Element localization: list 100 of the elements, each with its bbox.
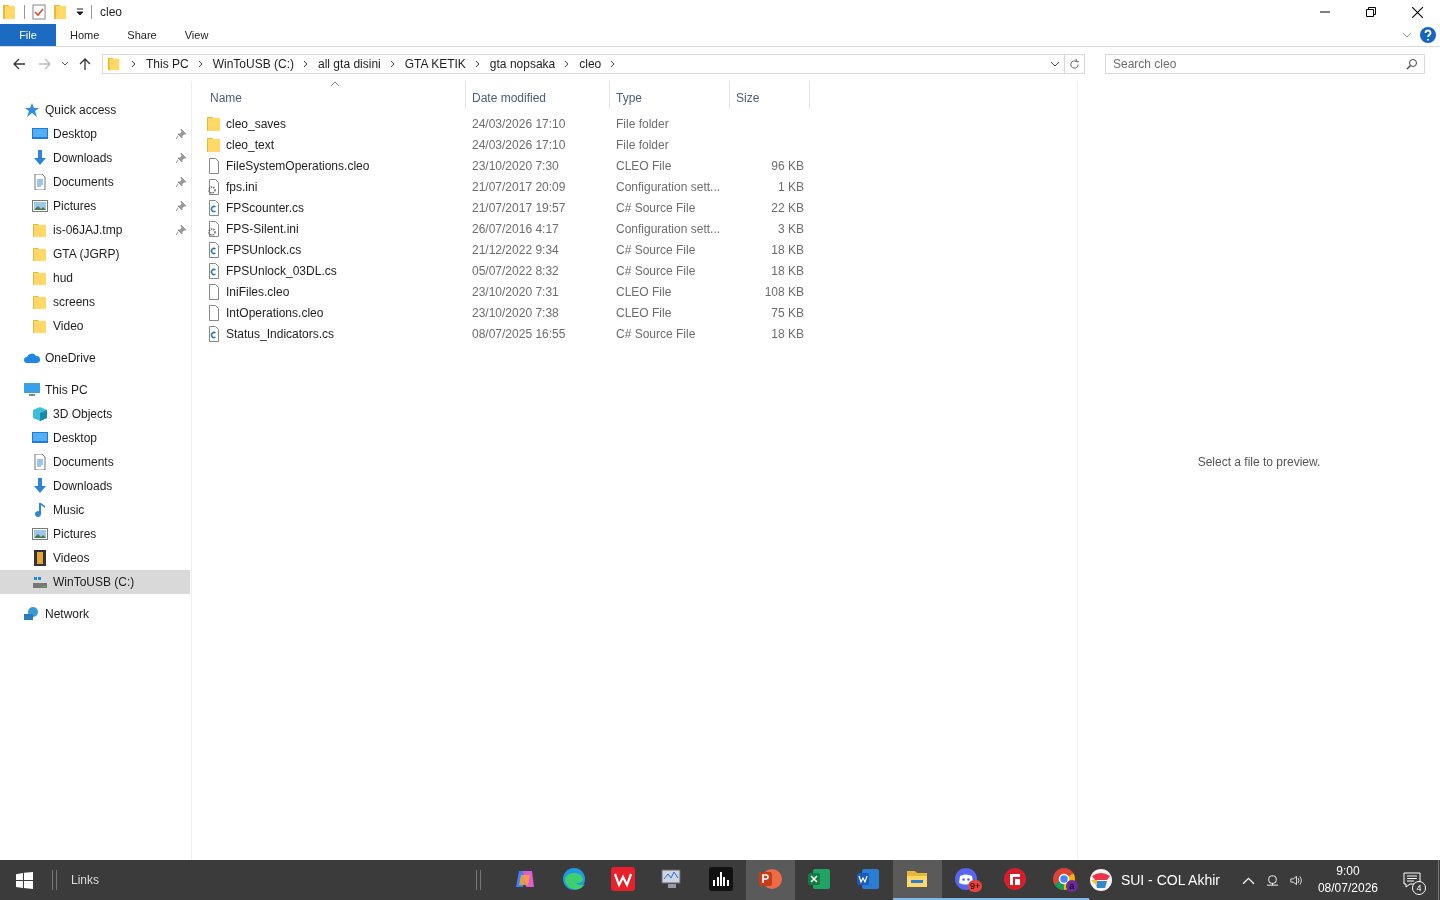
column-header[interactable]: Size <box>730 81 810 109</box>
document-icon <box>32 454 48 470</box>
blank-document-icon <box>206 304 222 321</box>
ribbon-tab[interactable]: Share <box>113 24 171 46</box>
file-type-cell-text: C# Source File <box>615 200 697 215</box>
widget-label[interactable]: SUI - COL Akhir <box>1120 872 1220 888</box>
ribbon-tab[interactable]: View <box>170 24 223 46</box>
drive-icon <box>32 574 48 590</box>
up-arrow-icon[interactable] <box>78 57 92 71</box>
bar-chart-app-icon <box>709 867 734 891</box>
file-name[interactable]: cleo_text <box>226 137 275 152</box>
file-size-cell-text: 1 KB <box>777 179 804 194</box>
taskbar-button[interactable]: 9+ <box>941 860 991 900</box>
file-type-cell-text: File folder <box>615 137 670 152</box>
expand-ribbon-icon[interactable] <box>1402 32 1412 38</box>
back-arrow-icon[interactable] <box>12 57 26 71</box>
folder-icon <box>32 246 48 262</box>
ball-icon[interactable] <box>1088 868 1113 892</box>
file-name[interactable]: FPSUnlock_03DL.cs <box>226 263 337 278</box>
folder-icon <box>32 318 48 334</box>
camera-icon[interactable] <box>1265 873 1279 887</box>
breadcrumb[interactable]: gta nopsaka <box>487 57 558 71</box>
picture-icon <box>32 198 48 214</box>
address-bar[interactable]: This PC WinToUSB (C:) all gta disini GTA KETIK gta nopsaka cleo <box>102 54 1065 74</box>
sidebar-item[interactable]: Network <box>0 602 190 626</box>
gear-document-icon <box>206 220 222 237</box>
file-name[interactable]: FileSystemOperations.cleo <box>226 158 370 173</box>
file-type-cell-text: Configuration sett... <box>615 179 722 194</box>
music-note-icon <box>32 502 48 518</box>
file-name[interactable]: FPS-Silent.ini <box>226 221 299 236</box>
breadcrumb[interactable]: cleo <box>577 57 604 71</box>
word-app-icon <box>856 867 881 891</box>
breadcrumb[interactable]: GTA KETIK <box>402 57 468 71</box>
file-name[interactable]: FPSUnlock.cs <box>226 242 302 257</box>
search-field[interactable]: Search cleo <box>1105 54 1425 74</box>
clock-date[interactable]: 08/07/2026 <box>1317 880 1378 897</box>
sidebar-item[interactable]: Music <box>0 498 190 522</box>
ribbon-tab[interactable]: File <box>0 24 56 46</box>
column-header[interactable]: Type <box>610 81 730 109</box>
sidebar-item[interactable]: hud <box>0 266 190 290</box>
sidebar-item[interactable]: is-06JAJ.tmp <box>0 218 190 242</box>
sidebar-item[interactable]: Downloads <box>0 474 190 498</box>
clock-time[interactable]: 9:00 <box>1336 863 1360 880</box>
sidebar-item[interactable]: WinToUSB (C:) <box>0 570 190 594</box>
sidebar-item[interactable]: 3D Objects <box>0 402 190 426</box>
ribbon-tab[interactable]: Home <box>56 24 114 46</box>
date-modified-cell-text: 05/07/2022 8:32 <box>471 263 560 278</box>
chevron-right-icon[interactable] <box>303 60 310 68</box>
file-name[interactable]: IniFiles.cleo <box>226 284 290 299</box>
date-modified-cell-text: 23/10/2020 7:31 <box>471 284 560 299</box>
sidebar-item[interactable]: Quick access <box>0 98 190 122</box>
speaker-icon[interactable] <box>1289 873 1303 887</box>
sidebar-item[interactable]: Pictures <box>0 522 190 546</box>
breadcrumb[interactable]: WinToUSB (C:) <box>210 57 297 71</box>
sidebar-item[interactable]: Documents <box>0 170 190 194</box>
links-toolbar[interactable]: Links <box>71 873 99 887</box>
sidebar-item[interactable]: Desktop <box>0 426 190 450</box>
sidebar-item[interactable]: OneDrive <box>0 346 190 370</box>
column-header[interactable]: Date modified <box>466 81 610 109</box>
chevron-right-icon[interactable] <box>474 60 481 68</box>
date-modified-cell-text: 21/07/2017 20:09 <box>471 179 567 194</box>
column-header[interactable]: Name <box>204 81 466 109</box>
file-name[interactable]: FPScounter.cs <box>226 200 305 215</box>
sidebar-item[interactable]: Downloads <box>0 146 190 170</box>
sidebar-item[interactable]: GTA (JGRP) <box>0 242 190 266</box>
sidebar-item[interactable]: Desktop <box>0 122 190 146</box>
refresh-button[interactable] <box>1065 54 1085 74</box>
breadcrumb[interactable]: all gta disini <box>316 57 383 71</box>
sidebar-item[interactable]: screens <box>0 290 190 314</box>
dropdown-icon[interactable] <box>75 7 85 17</box>
code-document-icon <box>206 262 222 279</box>
file-name[interactable]: fps.ini <box>226 179 258 194</box>
checklist-icon[interactable] <box>31 4 47 20</box>
file-name[interactable]: Status_Indicators.cs <box>226 326 335 341</box>
sidebar-item[interactable]: Pictures <box>0 194 190 218</box>
file-name[interactable]: cleo_saves <box>226 116 287 131</box>
film-icon <box>32 550 48 566</box>
sidebar-item[interactable]: Documents <box>0 450 190 474</box>
help-icon[interactable] <box>1420 27 1436 43</box>
pin-icon <box>176 153 186 163</box>
chevron-right-icon[interactable] <box>610 60 617 68</box>
search-icon <box>1406 58 1418 70</box>
file-name[interactable]: IntOperations.cleo <box>226 305 324 320</box>
chevron-right-icon[interactable] <box>389 60 396 68</box>
folder-icon <box>32 294 48 310</box>
date-modified-cell-text: 08/07/2025 16:55 <box>471 326 567 341</box>
file-size-cell-text: 75 KB <box>770 305 804 320</box>
folder-icon <box>32 270 48 286</box>
sidebar-item[interactable]: This PC <box>0 378 190 402</box>
sidebar-item[interactable]: Video <box>0 314 190 338</box>
chevron-down-icon[interactable] <box>1050 59 1060 69</box>
chevron-right-icon[interactable] <box>197 60 204 68</box>
code-document-icon <box>206 325 222 342</box>
file-type-cell-text: CLEO File <box>615 305 673 320</box>
chevron-right-icon[interactable] <box>564 60 571 68</box>
sort-caret-icon <box>330 81 340 87</box>
chevron-right-icon[interactable] <box>131 60 137 68</box>
breadcrumb[interactable]: This PC <box>144 57 191 71</box>
date-modified-cell-text: 23/10/2020 7:30 <box>471 158 560 173</box>
sidebar-item[interactable]: Videos <box>0 546 190 570</box>
